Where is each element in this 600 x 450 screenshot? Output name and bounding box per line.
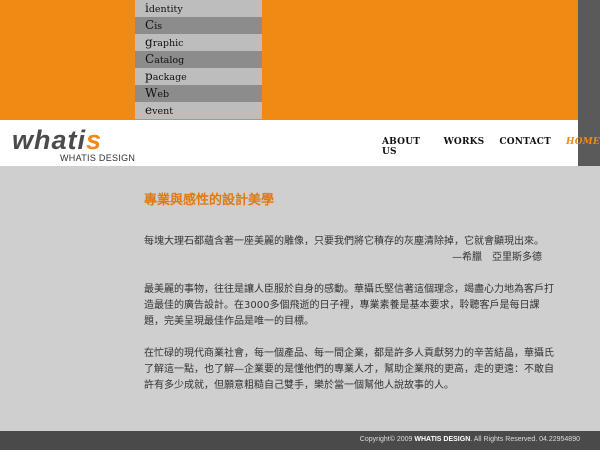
nav-contact[interactable]: CONTACT: [499, 137, 551, 157]
service-item-event[interactable]: event: [135, 102, 262, 119]
business-paragraph: 在忙碌的現代商業社會，每一個產品、每一間企業，都是許多人貢獻努力的辛苦結晶，華攝…: [144, 348, 554, 391]
service-item-label: ackage: [152, 72, 187, 83]
service-item-initial: C: [145, 18, 155, 32]
nav-works[interactable]: WORKS: [444, 137, 485, 157]
nav-about-us[interactable]: ABOUT US: [382, 137, 429, 157]
logo-main-text: whati: [12, 125, 87, 155]
nav-home[interactable]: HOME: [566, 137, 600, 157]
service-item-label: eb: [157, 89, 170, 100]
service-item-cis[interactable]: Cis: [135, 17, 262, 34]
service-item-catalog[interactable]: Catalog: [135, 51, 262, 68]
intro-paragraph: 每塊大理石都蘊含著一座美麗的雕像，只要我們將它積存的灰塵清除掉，它就會顯現出來。: [144, 236, 544, 247]
service-item-web[interactable]: Web: [135, 85, 262, 102]
page-heading: 專業與感性的設計美學: [144, 193, 275, 208]
service-item-initial: W: [145, 86, 158, 100]
service-item-initial: p: [145, 69, 153, 83]
top-right-bar: [578, 0, 600, 120]
service-item-label: is: [154, 21, 163, 32]
philosophy-paragraph: 最美麗的事物，往往是讓人臣服於自身的感動。華攝氏堅信著這個理念，竭盡心力地為客戶…: [144, 284, 554, 327]
copyright-prefix: Copyright© 2009: [359, 436, 415, 443]
copyright-brand: WHATIS DESIGN: [414, 436, 471, 443]
service-item-package[interactable]: package: [135, 68, 262, 85]
footer: Copyright© 2009 WHATIS DESIGN. All Right…: [0, 431, 600, 450]
logo[interactable]: whatis: [12, 127, 102, 154]
logo-wordmark: whatis: [12, 127, 102, 154]
service-item-graphic[interactable]: graphic: [135, 34, 262, 51]
main-nav: ABOUT US WORKS CONTACT HOME: [382, 137, 600, 157]
service-menu: identity Cis graphic Catalog package Web…: [135, 0, 262, 120]
service-item-label: dentity: [148, 4, 183, 15]
service-item-label: atalog: [154, 55, 185, 66]
logo-subtitle: WHATIS DESIGN: [60, 153, 136, 163]
service-item-initial: C: [145, 52, 155, 66]
main-content: 專業與感性的設計美學 每塊大理石都蘊含著一座美麗的雕像，只要我們將它積存的灰塵清…: [144, 192, 554, 394]
service-item-initial: g: [145, 35, 153, 49]
copyright-suffix: . All Rights Reserved. 04.22954890: [470, 436, 580, 443]
top-banner: [0, 0, 600, 120]
logo-accent-text: s: [86, 125, 103, 155]
copyright-text: Copyright© 2009 WHATIS DESIGN. All Right…: [360, 436, 580, 443]
quote-attribution: —希臘 亞里斯多德: [452, 252, 542, 263]
service-item-identity[interactable]: identity: [135, 0, 262, 17]
service-item-label: raphic: [152, 38, 184, 49]
service-item-label: vent: [152, 106, 174, 117]
